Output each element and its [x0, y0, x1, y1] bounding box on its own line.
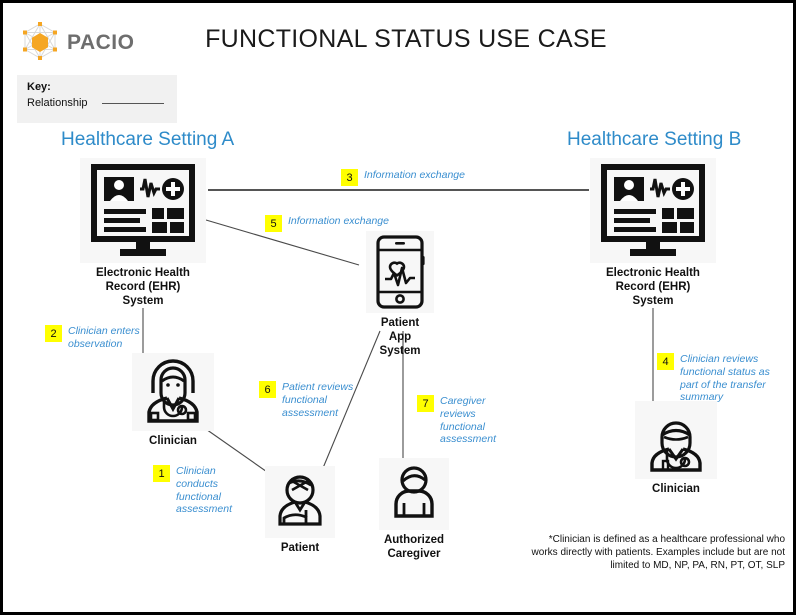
- ehr-monitor-icon: [80, 158, 206, 263]
- diagram-canvas: PACIO FUNCTIONAL STATUS USE CASE Key: Re…: [0, 0, 796, 615]
- step-description: Information exchange: [288, 215, 389, 227]
- step-badge: 5: [265, 215, 282, 232]
- step-callout-1: 1 Clinician conducts functional assessme…: [153, 465, 249, 516]
- node-clinician-b[interactable]: Clinician: [611, 401, 741, 496]
- step-callout-5: 5 Information exchange: [265, 215, 425, 232]
- female-clinician-icon: [132, 353, 214, 431]
- node-clinician-a[interactable]: Clinician: [108, 353, 238, 448]
- healthcare-setting-a-title: Healthcare Setting A: [61, 129, 235, 150]
- person-caregiver-icon: [379, 458, 449, 530]
- step-badge: 3: [341, 169, 358, 186]
- step-callout-2: 2 Clinician enters observation: [45, 325, 157, 351]
- node-label: Electronic Health Record (EHR) System: [606, 267, 700, 308]
- step-description: Clinician reviews functional status as p…: [680, 353, 770, 404]
- smartphone-heart-ecg-icon: [366, 231, 434, 313]
- injured-patient-icon: [265, 466, 335, 538]
- male-clinician-icon: [635, 401, 717, 479]
- node-authorized-caregiver[interactable]: Authorized Caregiver: [366, 458, 462, 561]
- node-ehr-system-a[interactable]: Electronic Health Record (EHR) System: [78, 158, 208, 308]
- clinician-footnote: *Clinician is defined as a healthcare pr…: [531, 534, 785, 572]
- step-callout-7: 7 Caregiver reviews functional assessmen…: [417, 395, 513, 446]
- step-badge: 4: [657, 353, 674, 370]
- step-description: Patient reviews functional assessment: [282, 381, 354, 419]
- node-ehr-system-b[interactable]: Electronic Health Record (EHR) System: [588, 158, 718, 308]
- node-label: Patient: [280, 542, 320, 554]
- node-label: Authorized Caregiver: [383, 534, 445, 561]
- key-legend: Key: Relationship: [17, 75, 177, 123]
- step-callout-4: 4 Clinician reviews functional status as…: [657, 353, 787, 404]
- key-relationship-row: Relationship: [27, 97, 167, 109]
- step-badge: 7: [417, 395, 434, 412]
- step-description: Caregiver reviews functional assessment: [440, 395, 497, 446]
- node-label: Clinician: [652, 483, 700, 495]
- step-badge: 6: [259, 381, 276, 398]
- page-title: FUNCTIONAL STATUS USE CASE: [205, 25, 607, 53]
- step-callout-6: 6 Patient reviews functional assessment: [259, 381, 369, 419]
- node-patient-app-system[interactable]: Patient App System: [355, 231, 445, 358]
- step-description: Information exchange: [364, 169, 465, 181]
- node-label: Patient App System: [379, 317, 421, 358]
- step-badge: 1: [153, 465, 170, 482]
- node-label: Clinician: [149, 435, 197, 447]
- node-label: Electronic Health Record (EHR) System: [96, 267, 190, 308]
- ehr-monitor-icon: [590, 158, 716, 263]
- step-callout-3: 3 Information exchange: [341, 169, 521, 186]
- key-title: Key:: [27, 81, 51, 93]
- node-patient[interactable]: Patient: [255, 466, 345, 555]
- step-description: Clinician conducts functional assessment: [176, 465, 233, 516]
- healthcare-setting-b-title: Healthcare Setting B: [567, 129, 742, 150]
- step-badge: 2: [45, 325, 62, 342]
- step-description: Clinician enters observation: [68, 325, 140, 350]
- key-relationship-line-swatch: [101, 102, 164, 104]
- key-relationship-label: Relationship: [27, 97, 88, 109]
